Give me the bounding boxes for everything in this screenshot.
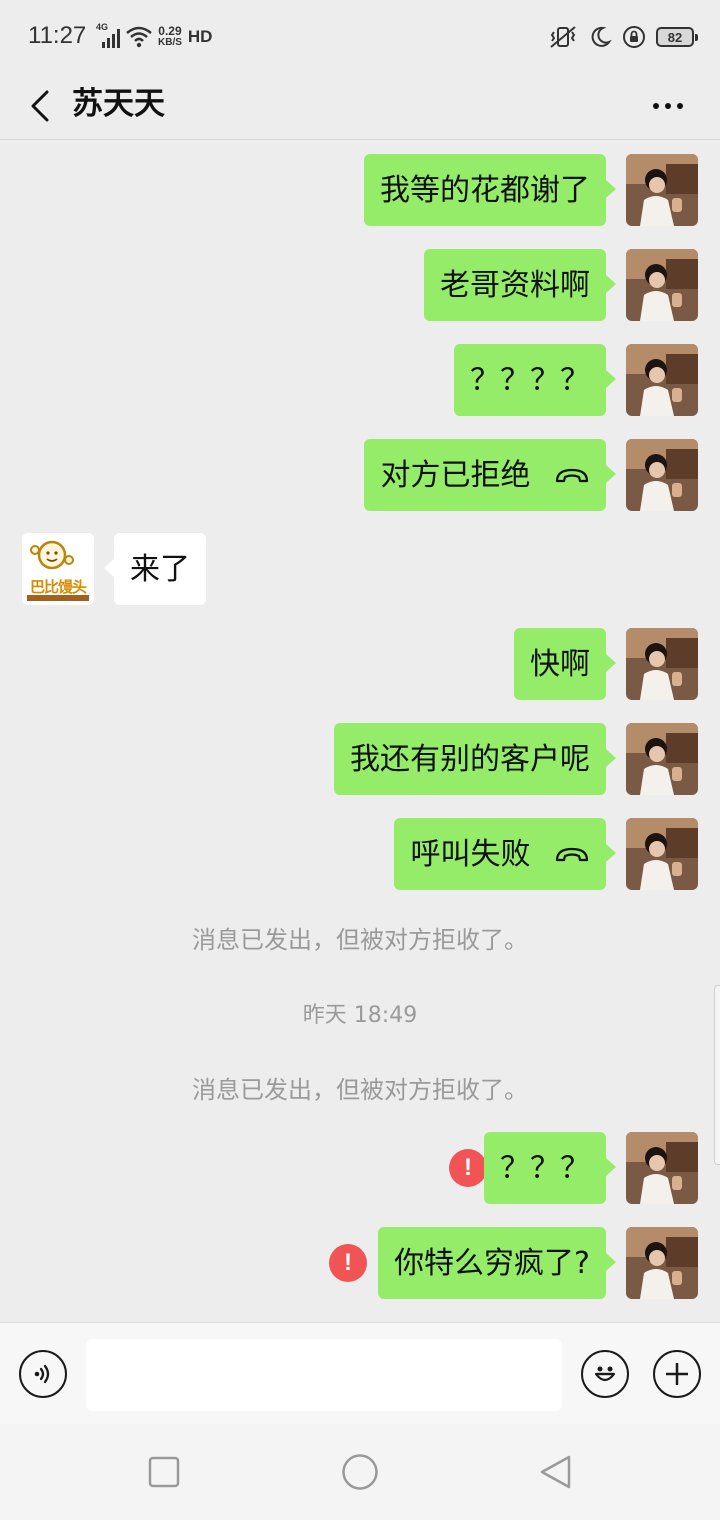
voice-input-button[interactable] bbox=[19, 1350, 67, 1398]
my-avatar[interactable] bbox=[626, 154, 698, 226]
message-bubble-outgoing[interactable]: 我等的花都谢了 bbox=[364, 154, 616, 226]
message-bubble-incoming[interactable]: 来了 bbox=[104, 533, 206, 605]
network-speed: 0.29 KB/S bbox=[158, 24, 182, 48]
message-bubble-outgoing[interactable]: ？？？？ bbox=[454, 344, 616, 416]
recent-apps-button[interactable] bbox=[144, 1452, 184, 1492]
message-text: ？？？？ bbox=[470, 362, 590, 398]
my-avatar[interactable] bbox=[626, 818, 698, 890]
message-bubble-outgoing[interactable]: 你特么穷疯了? bbox=[378, 1227, 616, 1299]
message-text: 快啊 bbox=[530, 646, 590, 682]
rotation-lock-icon bbox=[623, 26, 645, 48]
message-text: 你特么穷疯了? bbox=[394, 1245, 590, 1281]
message-text: ？？？ bbox=[500, 1150, 590, 1186]
message-list[interactable]: 我等的花都谢了 老哥资料啊 ？？？？ 对方已拒绝 巴比馒头 来了 快啊 我还有别… bbox=[0, 140, 720, 1322]
home-button[interactable] bbox=[340, 1452, 380, 1492]
message-input[interactable] bbox=[86, 1339, 562, 1411]
cell-signal-icon: 4G bbox=[96, 22, 120, 48]
network-speed-value: 0.29 bbox=[158, 24, 182, 38]
call-declined-icon bbox=[555, 468, 589, 482]
nav-back-button[interactable] bbox=[536, 1452, 576, 1492]
message-text: 来了 bbox=[130, 551, 190, 587]
circle-icon bbox=[342, 1454, 378, 1490]
message-text: 老哥资料啊 bbox=[440, 267, 590, 303]
chat-header: 苏天天 bbox=[0, 72, 720, 140]
more-functions-button[interactable] bbox=[653, 1350, 701, 1398]
status-icons-right: 82 bbox=[548, 22, 698, 52]
status-icons-left: 4G 0.29 KB/S HD bbox=[96, 22, 212, 52]
hd-voice-label: HD bbox=[187, 27, 213, 46]
my-avatar[interactable] bbox=[626, 249, 698, 321]
my-avatar[interactable] bbox=[626, 723, 698, 795]
brand-logo-text: 巴比馒头 bbox=[29, 578, 87, 596]
battery-indicator: 82 bbox=[656, 27, 698, 47]
more-options-button[interactable] bbox=[644, 82, 692, 130]
input-bar bbox=[0, 1322, 720, 1424]
chat-title: 苏天天 bbox=[72, 86, 165, 122]
system-message: 消息已发出，但被对方拒收了。 bbox=[192, 1076, 528, 1104]
contact-avatar[interactable]: 巴比馒头 bbox=[22, 533, 94, 605]
plus-icon bbox=[666, 1363, 688, 1385]
timestamp-divider: 昨天 18:49 bbox=[302, 1003, 418, 1028]
message-text: 我还有别的客户呢 bbox=[350, 741, 590, 777]
network-speed-unit: KB/S bbox=[158, 37, 182, 48]
call-record-bubble[interactable]: 呼叫失败 bbox=[394, 818, 616, 890]
status-bar: 11:27 4G 0.29 KB/S HD 82 bbox=[0, 0, 720, 72]
call-record-bubble[interactable]: 对方已拒绝 bbox=[364, 439, 616, 511]
emoji-button[interactable] bbox=[581, 1350, 629, 1398]
send-failed-icon[interactable]: ! bbox=[329, 1244, 367, 1282]
message-text: 我等的花都谢了 bbox=[380, 172, 590, 208]
more-dots-icon bbox=[653, 103, 683, 109]
emoji-icon bbox=[594, 1366, 616, 1382]
message-text: 对方已拒绝 bbox=[380, 457, 531, 493]
voice-icon bbox=[34, 1364, 50, 1384]
my-avatar[interactable] bbox=[626, 628, 698, 700]
back-button[interactable] bbox=[20, 82, 60, 130]
scrollbar[interactable] bbox=[714, 985, 720, 1165]
message-bubble-outgoing[interactable]: 快啊 bbox=[514, 628, 616, 700]
triangle-back-icon bbox=[540, 1455, 571, 1489]
message-bubble-outgoing[interactable]: 老哥资料啊 bbox=[424, 249, 616, 321]
wifi-icon bbox=[126, 26, 152, 48]
chevron-left-icon bbox=[31, 90, 49, 122]
call-failed-icon bbox=[555, 847, 589, 861]
my-avatar[interactable] bbox=[626, 439, 698, 511]
my-avatar[interactable] bbox=[626, 344, 698, 416]
system-message: 消息已发出，但被对方拒收了。 bbox=[192, 926, 528, 954]
send-failed-icon[interactable]: ! bbox=[449, 1149, 487, 1187]
message-text: 呼叫失败 bbox=[410, 836, 531, 872]
my-avatar[interactable] bbox=[626, 1227, 698, 1299]
message-bubble-outgoing[interactable]: ？？？ bbox=[484, 1132, 616, 1204]
status-time: 11:27 bbox=[28, 22, 87, 49]
message-bubble-outgoing[interactable]: 我还有别的客户呢 bbox=[334, 723, 616, 795]
system-nav-bar bbox=[0, 1424, 720, 1520]
my-avatar[interactable] bbox=[626, 1132, 698, 1204]
vibrate-icon bbox=[550, 26, 576, 48]
moon-icon bbox=[591, 26, 612, 47]
square-icon bbox=[148, 1456, 180, 1488]
